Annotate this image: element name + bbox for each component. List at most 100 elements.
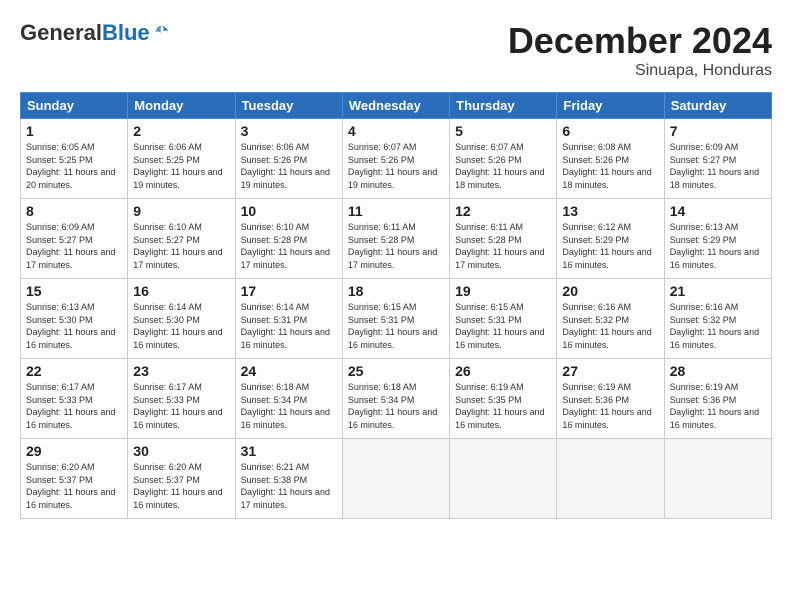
table-row: 13 Sunrise: 6:12 AMSunset: 5:29 PMDayligh… <box>557 199 664 279</box>
table-row: 18 Sunrise: 6:15 AMSunset: 5:31 PMDayligh… <box>342 279 449 359</box>
table-row: 15 Sunrise: 6:13 AMSunset: 5:30 PMDayligh… <box>21 279 128 359</box>
day-number: 20 <box>562 283 658 299</box>
day-info: Sunrise: 6:19 AMSunset: 5:36 PMDaylight:… <box>562 381 658 431</box>
col-thursday: Thursday <box>450 93 557 119</box>
day-info: Sunrise: 6:19 AMSunset: 5:36 PMDaylight:… <box>670 381 766 431</box>
day-info: Sunrise: 6:12 AMSunset: 5:29 PMDaylight:… <box>562 221 658 271</box>
table-row: 8 Sunrise: 6:09 AMSunset: 5:27 PMDaylight… <box>21 199 128 279</box>
day-number: 26 <box>455 363 551 379</box>
table-row: 29Sunrise: 6:20 AMSunset: 5:37 PMDayligh… <box>21 439 128 519</box>
logo-text: GeneralBlue <box>20 20 170 46</box>
table-row: 31 Sunrise: 6:21 AMSunset: 5:38 PMDayligh… <box>235 439 342 519</box>
day-number: 31 <box>241 443 337 459</box>
table-row: 5Sunrise: 6:07 AMSunset: 5:26 PMDaylight… <box>450 119 557 199</box>
table-row <box>557 439 664 519</box>
day-info: Sunrise: 6:11 AMSunset: 5:28 PMDaylight:… <box>348 221 444 271</box>
day-number: 14 <box>670 203 766 219</box>
table-row: 7Sunrise: 6:09 AMSunset: 5:27 PMDaylight… <box>664 119 771 199</box>
day-number: 12 <box>455 203 551 219</box>
day-number: 27 <box>562 363 658 379</box>
day-info: Sunrise: 6:09 AMSunset: 5:27 PMDaylight:… <box>26 221 122 271</box>
calendar-header-row: Sunday Monday Tuesday Wednesday Thursday… <box>21 93 772 119</box>
day-info: Sunrise: 6:14 AMSunset: 5:30 PMDaylight:… <box>133 301 229 351</box>
day-info: Sunrise: 6:18 AMSunset: 5:34 PMDaylight:… <box>348 381 444 431</box>
table-row: 23 Sunrise: 6:17 AMSunset: 5:33 PMDayligh… <box>128 359 235 439</box>
day-info: Sunrise: 6:17 AMSunset: 5:33 PMDaylight:… <box>133 381 229 431</box>
day-info: Sunrise: 6:16 AMSunset: 5:32 PMDaylight:… <box>670 301 766 351</box>
day-number: 19 <box>455 283 551 299</box>
day-info: Sunrise: 6:13 AMSunset: 5:30 PMDaylight:… <box>26 301 122 351</box>
day-number: 13 <box>562 203 658 219</box>
page: GeneralBlue December 2024 Sinuapa, Hondu… <box>0 0 792 612</box>
day-number: 1 <box>26 123 122 139</box>
day-number: 23 <box>133 363 229 379</box>
day-number: 8 <box>26 203 122 219</box>
col-friday: Friday <box>557 93 664 119</box>
table-row: 3Sunrise: 6:06 AMSunset: 5:26 PMDaylight… <box>235 119 342 199</box>
col-saturday: Saturday <box>664 93 771 119</box>
day-info: Sunrise: 6:20 AMSunset: 5:37 PMDaylight:… <box>26 461 122 511</box>
table-row: 6 Sunrise: 6:08 AMSunset: 5:26 PMDaylight… <box>557 119 664 199</box>
day-number: 15 <box>26 283 122 299</box>
day-info: Sunrise: 6:15 AMSunset: 5:31 PMDaylight:… <box>455 301 551 351</box>
day-number: 6 <box>562 123 658 139</box>
table-row: 22 Sunrise: 6:17 AMSunset: 5:33 PMDayligh… <box>21 359 128 439</box>
table-row: 12Sunrise: 6:11 AMSunset: 5:28 PMDayligh… <box>450 199 557 279</box>
day-info: Sunrise: 6:21 AMSunset: 5:38 PMDaylight:… <box>241 461 337 511</box>
day-number: 10 <box>241 203 337 219</box>
table-row: 1Sunrise: 6:05 AMSunset: 5:25 PMDaylight… <box>21 119 128 199</box>
day-number: 18 <box>348 283 444 299</box>
calendar-week-row: 22 Sunrise: 6:17 AMSunset: 5:33 PMDayligh… <box>21 359 772 439</box>
calendar-week-row: 8 Sunrise: 6:09 AMSunset: 5:27 PMDaylight… <box>21 199 772 279</box>
day-number: 4 <box>348 123 444 139</box>
day-number: 5 <box>455 123 551 139</box>
table-row: 16 Sunrise: 6:14 AMSunset: 5:30 PMDayligh… <box>128 279 235 359</box>
table-row: 17 Sunrise: 6:14 AMSunset: 5:31 PMDayligh… <box>235 279 342 359</box>
day-number: 25 <box>348 363 444 379</box>
day-number: 16 <box>133 283 229 299</box>
header: GeneralBlue December 2024 Sinuapa, Hondu… <box>20 20 772 80</box>
table-row: 9Sunrise: 6:10 AMSunset: 5:27 PMDaylight… <box>128 199 235 279</box>
table-row: 19 Sunrise: 6:15 AMSunset: 5:31 PMDayligh… <box>450 279 557 359</box>
table-row: 20Sunrise: 6:16 AMSunset: 5:32 PMDayligh… <box>557 279 664 359</box>
day-info: Sunrise: 6:14 AMSunset: 5:31 PMDaylight:… <box>241 301 337 351</box>
table-row <box>342 439 449 519</box>
calendar-week-row: 1Sunrise: 6:05 AMSunset: 5:25 PMDaylight… <box>21 119 772 199</box>
month-title: December 2024 <box>508 20 772 62</box>
table-row <box>450 439 557 519</box>
logo-general: GeneralBlue <box>20 20 150 46</box>
col-monday: Monday <box>128 93 235 119</box>
day-number: 22 <box>26 363 122 379</box>
day-number: 9 <box>133 203 229 219</box>
day-number: 24 <box>241 363 337 379</box>
day-info: Sunrise: 6:20 AMSunset: 5:37 PMDaylight:… <box>133 461 229 511</box>
day-number: 3 <box>241 123 337 139</box>
col-tuesday: Tuesday <box>235 93 342 119</box>
day-number: 2 <box>133 123 229 139</box>
day-info: Sunrise: 6:13 AMSunset: 5:29 PMDaylight:… <box>670 221 766 271</box>
calendar-week-row: 15 Sunrise: 6:13 AMSunset: 5:30 PMDayligh… <box>21 279 772 359</box>
day-info: Sunrise: 6:08 AMSunset: 5:26 PMDaylight:… <box>562 141 658 191</box>
day-info: Sunrise: 6:18 AMSunset: 5:34 PMDaylight:… <box>241 381 337 431</box>
title-section: December 2024 Sinuapa, Honduras <box>508 20 772 80</box>
table-row: 24 Sunrise: 6:18 AMSunset: 5:34 PMDayligh… <box>235 359 342 439</box>
logo-bird-icon <box>152 24 170 42</box>
table-row: 27 Sunrise: 6:19 AMSunset: 5:36 PMDayligh… <box>557 359 664 439</box>
calendar-week-row: 29Sunrise: 6:20 AMSunset: 5:37 PMDayligh… <box>21 439 772 519</box>
table-row: 25 Sunrise: 6:18 AMSunset: 5:34 PMDayligh… <box>342 359 449 439</box>
table-row <box>664 439 771 519</box>
day-info: Sunrise: 6:19 AMSunset: 5:35 PMDaylight:… <box>455 381 551 431</box>
table-row: 30 Sunrise: 6:20 AMSunset: 5:37 PMDayligh… <box>128 439 235 519</box>
day-info: Sunrise: 6:06 AMSunset: 5:25 PMDaylight:… <box>133 141 229 191</box>
day-info: Sunrise: 6:15 AMSunset: 5:31 PMDaylight:… <box>348 301 444 351</box>
table-row: 26 Sunrise: 6:19 AMSunset: 5:35 PMDayligh… <box>450 359 557 439</box>
table-row: 21Sunrise: 6:16 AMSunset: 5:32 PMDayligh… <box>664 279 771 359</box>
col-sunday: Sunday <box>21 93 128 119</box>
day-number: 17 <box>241 283 337 299</box>
table-row: 28 Sunrise: 6:19 AMSunset: 5:36 PMDayligh… <box>664 359 771 439</box>
table-row: 11Sunrise: 6:11 AMSunset: 5:28 PMDayligh… <box>342 199 449 279</box>
day-info: Sunrise: 6:17 AMSunset: 5:33 PMDaylight:… <box>26 381 122 431</box>
day-number: 28 <box>670 363 766 379</box>
day-info: Sunrise: 6:09 AMSunset: 5:27 PMDaylight:… <box>670 141 766 191</box>
day-number: 30 <box>133 443 229 459</box>
